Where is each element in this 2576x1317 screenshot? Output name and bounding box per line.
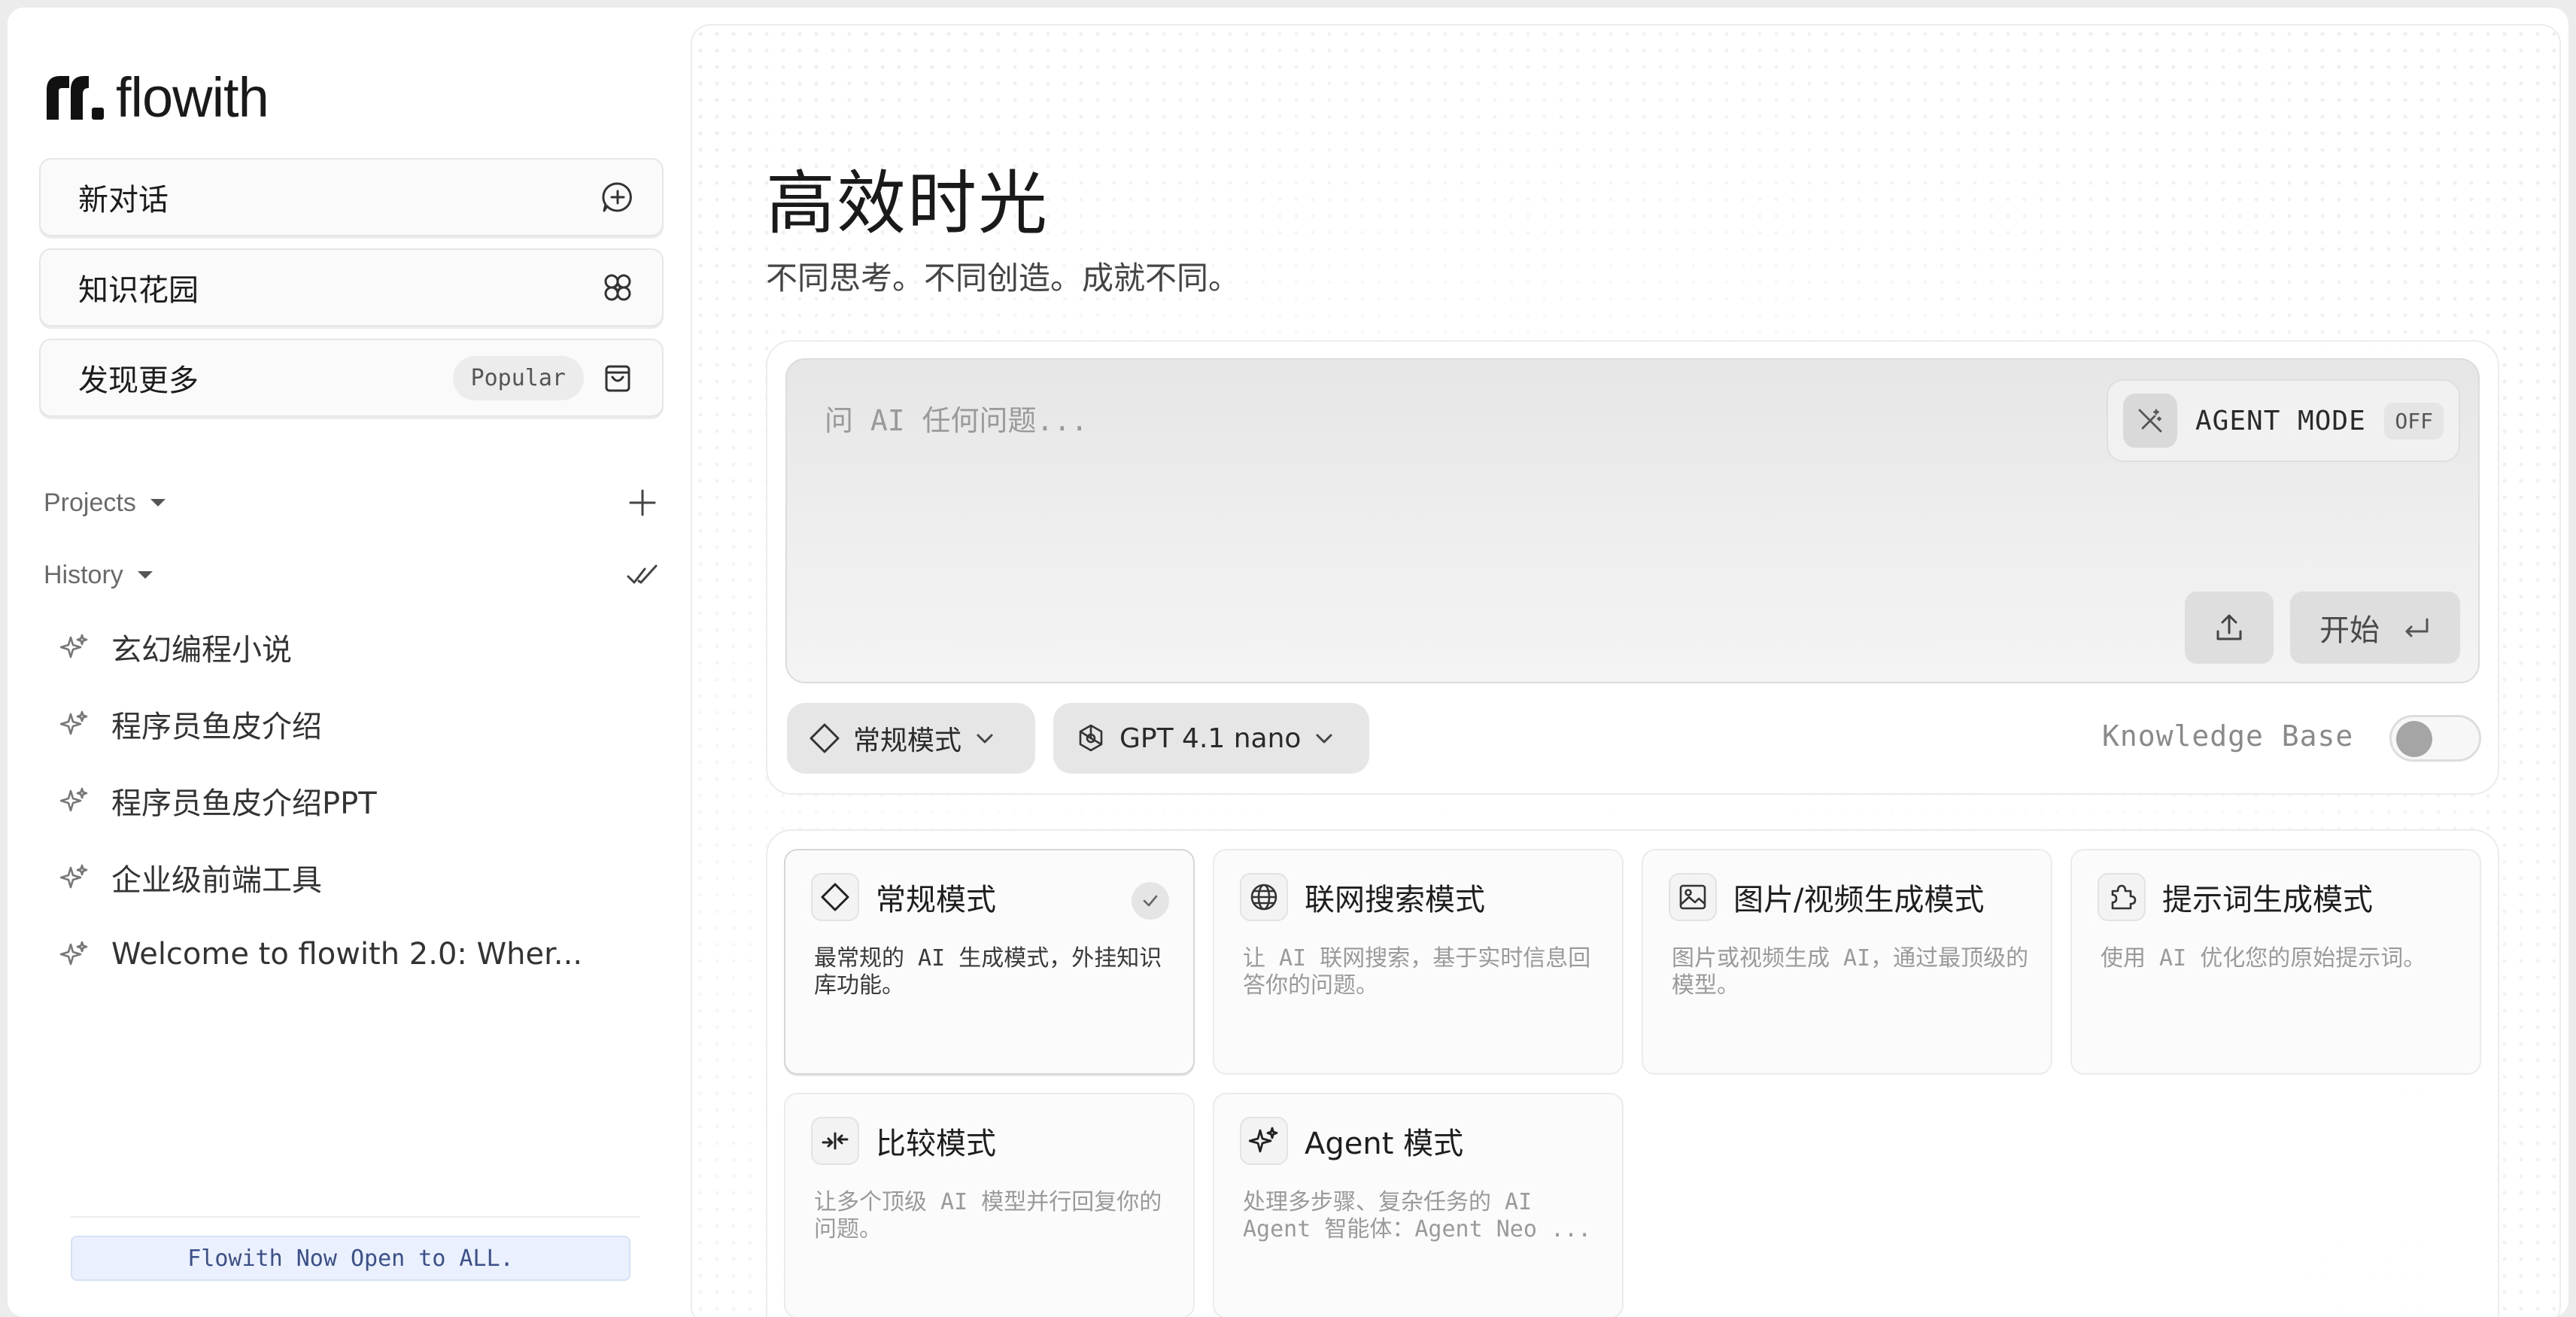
- sidebar: flowith 新对话 知识花园 发现更多 Popular Projects H…: [8, 8, 685, 1317]
- sparkles-icon: [60, 634, 88, 658]
- sparkles-icon: [60, 941, 88, 966]
- upload-icon: [2216, 614, 2242, 640]
- knowledge-garden-button[interactable]: 知识花园: [39, 248, 664, 327]
- discover-more-label: 发现更多: [78, 363, 199, 398]
- mode-card-image-video[interactable]: 图片/视频生成模式 图片或视频生成 AI，通过最顶级的模型。: [1642, 849, 2052, 1075]
- history-item-title: Welcome to flowith 2.0: Wher...: [111, 937, 583, 972]
- model-select[interactable]: GPT 4.1 nano: [1053, 703, 1369, 774]
- chevron-down-icon: [977, 734, 993, 744]
- app-window: flowith 新对话 知识花园 发现更多 Popular Projects H…: [8, 8, 2568, 1317]
- history-item-title: 程序员鱼皮介绍: [111, 710, 322, 744]
- caret-down-icon[interactable]: [148, 497, 168, 509]
- enter-key-icon: [2405, 618, 2429, 637]
- diamond-icon: [810, 723, 840, 753]
- sparkles-icon: [60, 864, 88, 889]
- history-item-title: 玄幻编程小说: [111, 633, 292, 668]
- agent-mode-label: AGENT MODE: [2195, 405, 2366, 436]
- mode-card-description: 处理多步骤、复杂任务的 AI Agent 智能体：Agent Neo ...: [1243, 1189, 1592, 1242]
- mode-card-title: 图片/视频生成模式: [1733, 883, 1985, 917]
- agent-mode-state-badge: OFF: [2384, 402, 2444, 440]
- sidebar-divider: [71, 1216, 639, 1218]
- mode-card-title: Agent 模式: [1305, 1127, 1464, 1161]
- check-icon: [1132, 882, 1169, 920]
- projects-section: Projects: [44, 480, 659, 525]
- toggle-knob: [2396, 721, 2432, 757]
- mode-card-prompt-gen[interactable]: 提示词生成模式 使用 AI 优化您的原始提示词。: [2070, 849, 2481, 1075]
- mode-select[interactable]: 常规模式: [787, 703, 1035, 774]
- flowith-logo-icon: [47, 76, 104, 120]
- puzzle-icon: [2098, 873, 2146, 921]
- history-item[interactable]: 程序员鱼皮介绍PPT: [60, 771, 662, 831]
- globe-icon: [1240, 873, 1288, 921]
- logo[interactable]: flowith: [44, 63, 269, 131]
- mode-card-title: 提示词生成模式: [2162, 883, 2373, 917]
- discover-more-button[interactable]: 发现更多 Popular: [39, 339, 664, 417]
- history-section: History: [44, 552, 659, 598]
- sparkles-icon: [1240, 1117, 1288, 1165]
- knowledge-garden-label: 知识花园: [78, 273, 199, 308]
- start-button[interactable]: 开始: [2290, 592, 2460, 664]
- history-item[interactable]: 企业级前端工具: [60, 847, 662, 908]
- mode-card-description: 图片或视频生成 AI，通过最顶级的模型。: [1672, 945, 2029, 999]
- history-item-title: 企业级前端工具: [111, 863, 322, 898]
- flower-icon: [604, 274, 631, 301]
- announcement-banner[interactable]: Flowith Now Open to ALL.: [71, 1236, 630, 1281]
- caret-down-icon[interactable]: [135, 569, 155, 581]
- projects-label[interactable]: Projects: [44, 488, 136, 518]
- history-item[interactable]: 程序员鱼皮介绍: [60, 694, 662, 754]
- new-chat-label: 新对话: [78, 183, 169, 217]
- page-subtitle: 不同思考。不同创造。成就不同。: [766, 260, 1241, 297]
- double-check-icon[interactable]: [626, 558, 659, 592]
- chevron-down-icon: [1316, 734, 1332, 744]
- page-title: 高效时光: [766, 163, 1050, 244]
- sparkles-icon: [60, 787, 88, 812]
- start-button-label: 开始: [2319, 613, 2380, 648]
- model-select-value: GPT 4.1 nano: [1119, 722, 1302, 754]
- history-item-title: 程序员鱼皮介绍PPT: [111, 786, 377, 821]
- upload-button[interactable]: [2185, 592, 2274, 664]
- mode-card-description: 让多个顶级 AI 模型并行回复你的问题。: [814, 1189, 1162, 1242]
- sparkles-icon: [60, 710, 88, 735]
- history-label[interactable]: History: [44, 561, 123, 590]
- mode-card-compare[interactable]: 比较模式 让多个顶级 AI 模型并行回复你的问题。: [784, 1093, 1195, 1317]
- history-item[interactable]: Welcome to flowith 2.0: Wher...: [60, 924, 662, 984]
- new-chat-button[interactable]: 新对话: [39, 158, 664, 236]
- logo-text: flowith: [116, 65, 269, 129]
- knowledge-base-label: Knowledge Base: [2102, 719, 2354, 753]
- mode-card-standard[interactable]: 常规模式 最常规的 AI 生成模式，外挂知识库功能。: [784, 849, 1195, 1075]
- image-icon: [1669, 873, 1717, 921]
- compare-icon: [811, 1117, 859, 1165]
- mode-card-title: 联网搜索模式: [1305, 883, 1485, 917]
- diamond-icon: [811, 873, 859, 921]
- magic-wand-off-icon: [2123, 394, 2177, 448]
- popular-badge: Popular: [452, 355, 584, 400]
- mode-card-agent[interactable]: Agent 模式 处理多步骤、复杂任务的 AI Agent 智能体：Agent …: [1213, 1093, 1624, 1317]
- mode-card-web-search[interactable]: 联网搜索模式 让 AI 联网搜索，基于实时信息回答你的问题。: [1213, 849, 1624, 1075]
- knowledge-base-toggle[interactable]: [2389, 715, 2481, 762]
- shopping-bag-icon: [605, 365, 630, 392]
- chat-plus-icon: [602, 182, 632, 212]
- openai-icon: [1079, 724, 1103, 752]
- mode-select-value: 常规模式: [853, 725, 962, 756]
- add-project-icon[interactable]: [626, 486, 659, 519]
- agent-mode-toggle[interactable]: AGENT MODE OFF: [2107, 379, 2460, 462]
- mode-card-title: 比较模式: [876, 1127, 996, 1161]
- mode-card-description: 最常规的 AI 生成模式，外挂知识库功能。: [814, 945, 1162, 999]
- prompt-placeholder: 问 AI 任何问题...: [825, 404, 1089, 437]
- mode-card-title: 常规模式: [876, 883, 996, 917]
- mode-card-description: 让 AI 联网搜索，基于实时信息回答你的问题。: [1243, 945, 1591, 999]
- mode-card-description: 使用 AI 优化您的原始提示词。: [2101, 945, 2426, 972]
- history-item[interactable]: 玄幻编程小说: [60, 617, 662, 677]
